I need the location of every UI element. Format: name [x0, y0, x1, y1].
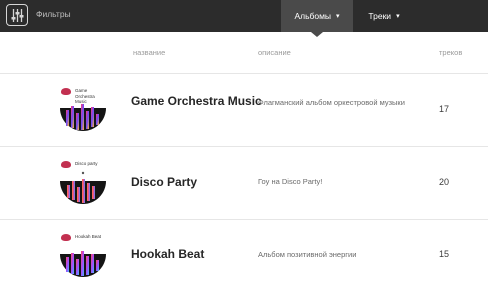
album-cover-image[interactable]: Hookah Beat: [56, 232, 110, 286]
cover-title: Disco party: [75, 161, 98, 166]
tab-albums-label: Альбомы: [294, 11, 332, 21]
tab-tracks-label: Треки: [368, 11, 392, 21]
album-description: Альбом позитивной энергии: [258, 250, 357, 259]
label-logo-icon: [61, 88, 71, 95]
chevron-down-icon: ▾: [396, 13, 400, 20]
chevron-down-icon: ▾: [336, 13, 340, 20]
album-title[interactable]: Game Orchestra Music: [131, 94, 262, 109]
album-cover-image[interactable]: Disco party: [56, 159, 110, 213]
filter-icon: [6, 4, 28, 26]
label-logo-icon: [61, 234, 71, 241]
album-title[interactable]: Disco Party: [131, 175, 197, 190]
tab-tracks[interactable]: Треки ▾: [353, 0, 415, 32]
album-row[interactable]: Hookah Beat Hookah Beat Альбом позитивно…: [0, 219, 488, 287]
cover-title: Game Orchestra Music: [75, 88, 95, 104]
album-track-count: 20: [439, 177, 450, 187]
album-cover-image[interactable]: Game Orchestra Music: [56, 86, 110, 140]
label-logo-icon: [61, 161, 71, 168]
album-title[interactable]: Hookah Beat: [131, 247, 204, 262]
column-header-name: название: [133, 48, 166, 57]
album-track-count: 15: [439, 249, 450, 259]
album-track-count: 17: [439, 104, 450, 114]
album-description: Флагманский альбом оркестровой музыки: [258, 98, 405, 107]
top-bar: Фильтры Альбомы ▾ Треки ▾: [0, 0, 488, 32]
album-description: Гоу на Disco Party!: [258, 177, 323, 186]
column-header-tracks: треков: [439, 48, 463, 57]
tab-albums[interactable]: Альбомы ▾: [281, 0, 353, 32]
album-row[interactable]: Disco party Disco Party Гоу на Disco Par…: [0, 146, 488, 219]
column-header-description: описание: [258, 48, 291, 57]
active-tab-pointer: [311, 32, 323, 37]
filters-button[interactable]: Фильтры: [0, 0, 86, 32]
filters-label: Фильтры: [36, 9, 71, 19]
album-row[interactable]: Game Orchestra Music Game Orchestra Musi…: [0, 73, 488, 146]
cover-title: Hookah Beat: [75, 234, 102, 239]
